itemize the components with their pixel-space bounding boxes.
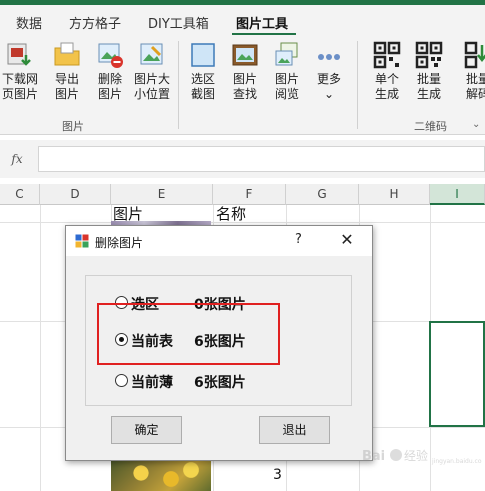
- exit-button[interactable]: 退出: [259, 416, 330, 444]
- ribbon-tab-bar: 数据 方方格子 DIY工具箱 图片工具: [0, 5, 485, 35]
- cell-f-header: 名称: [216, 205, 247, 223]
- ok-button[interactable]: 确定: [111, 416, 182, 444]
- image-find-label-1: 图片: [232, 72, 257, 86]
- cell-f-value: 3: [273, 467, 282, 483]
- delete-images-dialog: 删除图片 ? ✕ 选区 0张图片 当前表 6张图片 当前薄 6张图片 确定 退出: [65, 225, 373, 461]
- selection-screenshot-label-2: 截图: [190, 87, 215, 101]
- grid-line: [40, 205, 41, 491]
- image-gallery-icon: [273, 41, 301, 69]
- delete-images-label-1: 删除: [97, 72, 122, 86]
- download-web-images-button[interactable]: 下载网 页图片: [0, 41, 42, 102]
- qr-batch-generate-label-2: 生成: [416, 87, 441, 101]
- image-viewer-label-1: 图片: [274, 72, 299, 86]
- qr-single-generate-label-1: 单个: [374, 72, 399, 86]
- export-images-label-1: 导出: [54, 72, 79, 86]
- qr-single-generate-button[interactable]: 单个 生成: [365, 41, 409, 102]
- formula-bar: fx: [0, 140, 485, 178]
- image-find-button[interactable]: 图片 查找: [223, 41, 267, 102]
- app-icon: [75, 234, 89, 248]
- delete-images-label-2: 图片: [97, 87, 122, 101]
- radio-count-current-workbook: 6张图片: [194, 375, 246, 391]
- column-header-d[interactable]: D: [40, 184, 111, 205]
- qr-batch-decode-label-1: 批量: [465, 72, 485, 86]
- dialog-titlebar[interactable]: 删除图片 ? ✕: [66, 226, 372, 256]
- group-label-qrcode: 二维码: [414, 120, 447, 133]
- qr-single-generate-label-2: 生成: [374, 87, 399, 101]
- dialog-title: 删除图片: [95, 236, 144, 250]
- svg-text:经验: 经验: [404, 448, 428, 463]
- image-viewer-label-2: 阅览: [274, 87, 299, 101]
- image-size-position-button[interactable]: 图片大 小位置: [130, 41, 174, 102]
- selection-screenshot-label-1: 选区: [190, 72, 215, 86]
- tab-diy-toolbox[interactable]: DIY工具箱: [148, 13, 209, 32]
- download-web-images-label-1: 下载网: [1, 72, 38, 86]
- radio-unchecked-icon[interactable]: [115, 374, 128, 387]
- qr-batch-generate-button[interactable]: 批量 生成: [407, 41, 451, 102]
- more-button[interactable]: 更多 ⌄: [307, 41, 351, 102]
- ribbon-body: 下载网 页图片 导出 图片 删除 图片 图片大 小位置 选区 截图 图片 查找 …: [0, 35, 485, 135]
- qr-batch-decode-button[interactable]: 批量 解码: [456, 41, 485, 102]
- qr-batch-generate-label-1: 批量: [416, 72, 441, 86]
- svg-text:jingyan.baidu.com: jingyan.baidu.com: [431, 458, 482, 465]
- selection-screenshot-button[interactable]: 选区 截图: [181, 41, 225, 102]
- formula-input[interactable]: [38, 146, 485, 172]
- annotation-highlight-box: [97, 303, 280, 365]
- qr-batch-decode-label-2: 解码: [465, 87, 485, 101]
- qr-code-icon: [373, 41, 401, 69]
- column-header-g[interactable]: G: [286, 184, 359, 205]
- folder-icon: [53, 41, 81, 69]
- qr-batch-icon: [415, 41, 443, 69]
- image-size-position-label-2: 小位置: [133, 87, 170, 101]
- cell-image-yellow-flowers[interactable]: [111, 461, 211, 491]
- column-headers: C D E F G H I: [0, 184, 485, 205]
- qr-decode-icon: [464, 41, 485, 69]
- screenshot-icon: [189, 41, 217, 69]
- group-separator: [357, 41, 358, 129]
- column-header-i[interactable]: I: [430, 184, 485, 205]
- column-header-e[interactable]: E: [111, 184, 213, 205]
- image-find-label-2: 查找: [232, 87, 257, 101]
- group-separator: [178, 41, 179, 129]
- column-header-f[interactable]: F: [213, 184, 286, 205]
- tab-fangfangegezi[interactable]: 方方格子: [69, 13, 121, 32]
- baidu-watermark-logo: Bai 经验 jingyan.baidu.com: [362, 446, 485, 466]
- image-viewer-button[interactable]: 图片 阅览: [265, 41, 309, 102]
- image-size-position-label-1: 图片大: [133, 72, 170, 86]
- delete-images-button[interactable]: 删除 图片: [88, 41, 132, 102]
- export-images-button[interactable]: 导出 图片: [45, 41, 89, 102]
- svg-text:Bai: Bai: [362, 449, 385, 464]
- more-label: 更多: [316, 72, 341, 86]
- tab-data[interactable]: 数据: [16, 13, 42, 32]
- column-header-h[interactable]: H: [359, 184, 430, 205]
- column-header-c[interactable]: C: [0, 184, 40, 205]
- tab-image-tools[interactable]: 图片工具: [236, 13, 288, 32]
- radio-label-current-workbook: 当前薄: [131, 375, 173, 391]
- more-dots-icon: [315, 41, 343, 69]
- download-image-icon: [6, 41, 34, 69]
- selected-cell[interactable]: [429, 321, 485, 427]
- image-find-icon: [231, 41, 259, 69]
- ribbon-collapse-icon[interactable]: ⌄: [472, 119, 480, 130]
- group-label-images: 图片: [62, 120, 84, 133]
- fx-icon[interactable]: fx: [5, 148, 29, 170]
- help-button[interactable]: ?: [295, 232, 302, 247]
- delete-image-icon: [96, 41, 124, 69]
- resize-image-icon: [138, 41, 166, 69]
- more-chevron-icon: ⌄: [323, 87, 335, 101]
- close-button[interactable]: ✕: [336, 229, 358, 251]
- download-web-images-label-2: 页图片: [1, 87, 38, 101]
- export-images-label-2: 图片: [54, 87, 79, 101]
